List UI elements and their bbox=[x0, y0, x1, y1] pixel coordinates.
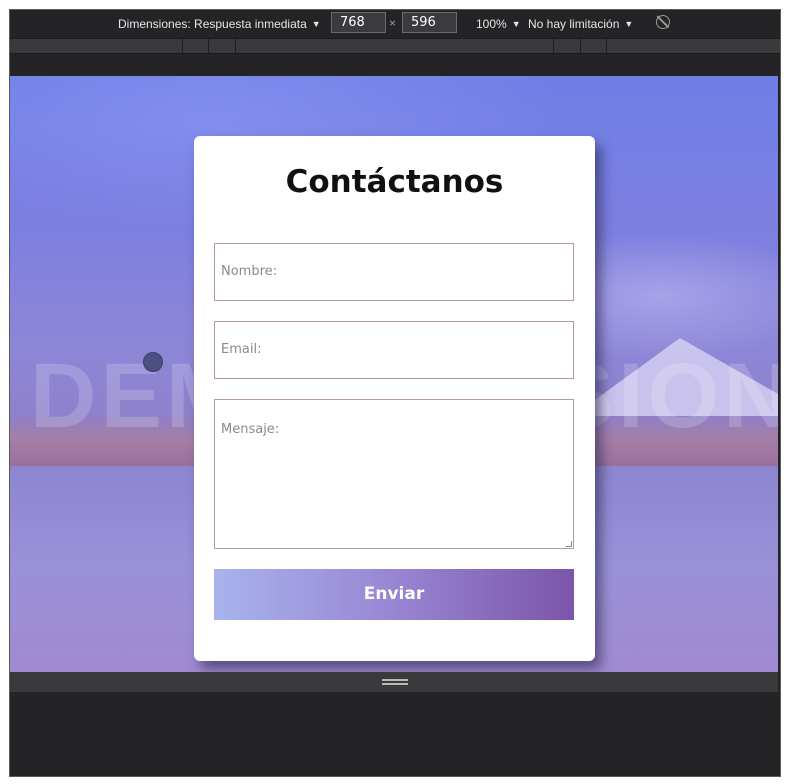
name-input[interactable]: Nombre: bbox=[214, 243, 574, 301]
zoom-label: 100% bbox=[476, 17, 507, 31]
devtools-empty-area bbox=[10, 692, 780, 776]
name-placeholder: Nombre: bbox=[221, 264, 278, 279]
media-query-segment[interactable] bbox=[208, 39, 209, 53]
contact-title: Contáctanos bbox=[285, 164, 504, 200]
zoom-dropdown[interactable]: 100% ▼ bbox=[476, 15, 521, 33]
devtools-device-window: Dimensiones: Respuesta inmediata ▼ 768 × … bbox=[9, 9, 781, 777]
resize-handle-icon[interactable] bbox=[382, 679, 408, 685]
throttling-dropdown[interactable]: No hay limitación ▼ bbox=[528, 15, 633, 33]
dimensions-label: Dimensiones: Respuesta inmediata bbox=[118, 17, 307, 31]
media-query-segment[interactable] bbox=[606, 39, 607, 53]
contact-card: Contáctanos Nombre: Email: Mensaje: Envi… bbox=[194, 136, 595, 661]
message-placeholder: Mensaje: bbox=[221, 422, 280, 437]
chevron-down-icon: ▼ bbox=[311, 19, 321, 29]
page-viewport: DEMO VERSION Contáctanos Nombre: Email: … bbox=[10, 76, 778, 672]
message-textarea[interactable]: Mensaje: bbox=[214, 399, 574, 549]
device-toolbar: Dimensiones: Respuesta inmediata ▼ 768 × … bbox=[10, 10, 780, 37]
send-button[interactable]: Enviar bbox=[214, 569, 574, 620]
media-query-segment[interactable] bbox=[182, 39, 183, 53]
media-query-segment[interactable] bbox=[580, 39, 581, 53]
email-placeholder: Email: bbox=[221, 342, 262, 357]
media-query-segment[interactable] bbox=[553, 39, 554, 53]
viewport-resize-bar[interactable] bbox=[10, 672, 778, 692]
media-query-segment[interactable] bbox=[235, 39, 236, 53]
email-input[interactable]: Email: bbox=[214, 321, 574, 379]
textarea-resize-icon[interactable] bbox=[566, 541, 572, 547]
viewport-height-input[interactable]: 596 bbox=[402, 12, 457, 33]
viewport-width-input[interactable]: 768 bbox=[331, 12, 386, 33]
rotate-icon[interactable] bbox=[656, 15, 670, 29]
chevron-down-icon: ▼ bbox=[511, 19, 521, 29]
cursor-dot bbox=[143, 352, 163, 372]
throttling-label: No hay limitación bbox=[528, 17, 620, 31]
media-query-bar[interactable] bbox=[10, 38, 780, 54]
toolbar-spacer bbox=[10, 55, 780, 76]
chevron-down-icon: ▼ bbox=[624, 19, 634, 29]
dimension-separator: × bbox=[389, 16, 397, 30]
dimensions-dropdown[interactable]: Dimensiones: Respuesta inmediata ▼ bbox=[118, 15, 321, 33]
